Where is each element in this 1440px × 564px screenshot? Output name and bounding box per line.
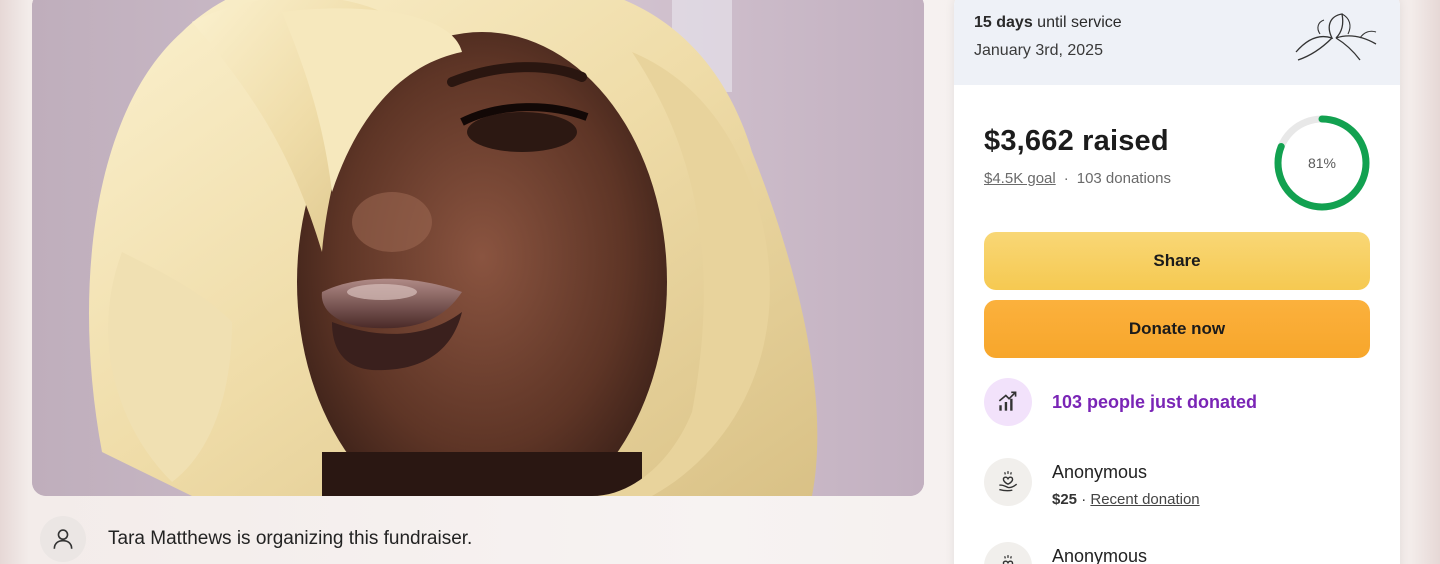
heart-hand-icon <box>984 458 1032 506</box>
progress-percent: 81% <box>1307 155 1337 171</box>
donation-list-item: Anonymous <box>984 542 1147 564</box>
share-button[interactable]: Share <box>984 232 1370 290</box>
lily-flower-icon <box>1295 13 1377 61</box>
meta-separator: · <box>1063 170 1069 187</box>
organizer-row: Tara Matthews is organizing this fundrai… <box>40 514 472 564</box>
organizer-text: Tara Matthews is organizing this fundrai… <box>108 528 473 549</box>
goal-link[interactable]: $4.5K goal <box>984 170 1056 187</box>
donor-separator: · <box>1077 491 1091 508</box>
donate-now-button[interactable]: Donate now <box>984 300 1370 358</box>
progress-summary: $3,662 raised $4.5K goal · 103 donations 8… <box>954 85 1400 213</box>
service-banner: 15 days until service January 3rd, 2025 <box>954 0 1400 85</box>
donation-panel: 15 days until service January 3rd, 2025 … <box>954 0 1400 564</box>
organizer-avatar[interactable] <box>40 516 86 562</box>
donor-name: Anonymous <box>1052 462 1148 482</box>
donation-list-item: Anonymous $25 · Recent donation <box>984 458 1200 508</box>
recent-donation-link[interactable]: Recent donation <box>1090 491 1199 508</box>
donation-amount: $25 <box>1052 491 1078 508</box>
donation-count: 103 donations <box>1076 170 1171 187</box>
days-suffix: until service <box>1032 14 1122 31</box>
heart-hand-icon <box>984 542 1032 564</box>
user-icon <box>53 529 73 549</box>
momentum-text: 103 people just donated <box>1052 391 1258 412</box>
donation-momentum: 103 people just donated <box>984 378 1257 426</box>
portrait-illustration <box>32 0 924 496</box>
days-count: 15 days <box>974 14 1033 31</box>
trending-chart-icon <box>984 378 1032 426</box>
donor-meta: $25 · Recent donation <box>1052 491 1200 508</box>
donor-name: Anonymous <box>1052 546 1148 564</box>
fundraiser-photo <box>32 0 924 496</box>
